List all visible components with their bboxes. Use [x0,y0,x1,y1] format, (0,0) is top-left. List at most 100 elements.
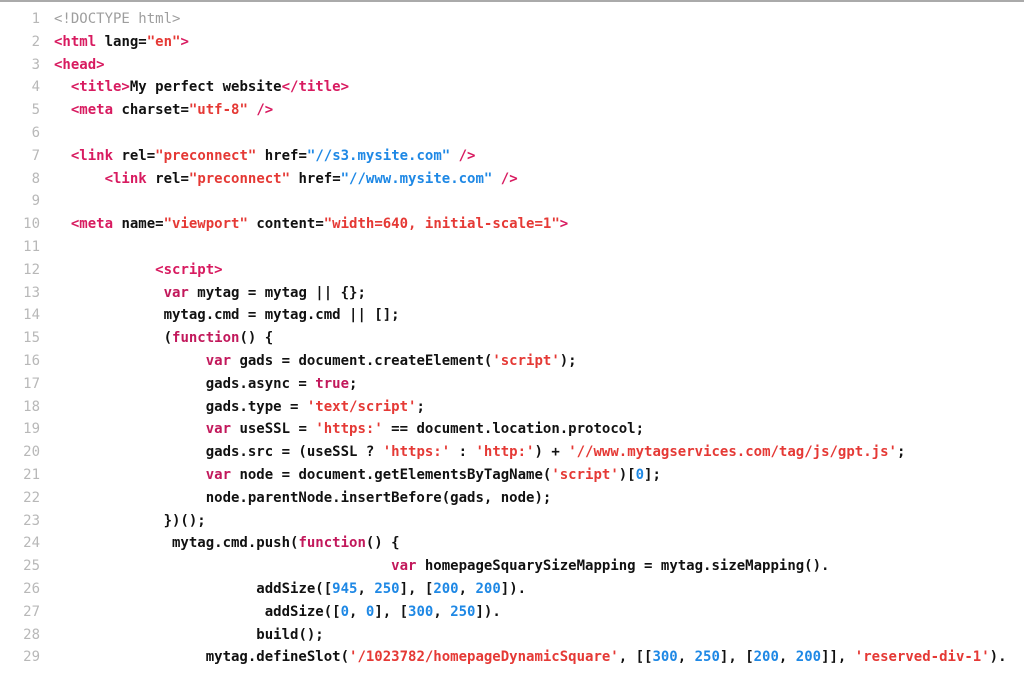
string-token: "utf-8" [189,102,248,118]
text-token: ; [416,399,424,415]
string-token: "en" [147,34,181,50]
string-token: "preconnect" [155,148,256,164]
code-line[interactable]: 9 [0,190,1024,213]
text-token: )[ [619,467,636,483]
text-token: ], [ [720,649,754,665]
html-tag: > [560,216,568,232]
code-line[interactable]: 19 var useSSL = 'https:' == document.loc… [0,418,1024,441]
text-token: ]; [644,467,661,483]
text-token: ; [897,444,905,460]
text-token: ( [164,330,172,346]
number-token: 250 [695,649,720,665]
text-token: () { [366,535,400,551]
number-token: 200 [475,581,500,597]
text-token: gads.type = [206,399,307,415]
line-number: 15 [0,327,54,350]
attr: rel= [147,171,189,187]
number-token: 300 [652,649,677,665]
code-line[interactable]: 22 node.parentNode.insertBefore(gads, no… [0,487,1024,510]
attr: href= [290,171,341,187]
code-line[interactable]: 8 <link rel="preconnect" href="//www.mys… [0,168,1024,191]
number-token: 300 [408,604,433,620]
string-token: "width=640, initial-scale=1" [324,216,560,232]
line-number: 13 [0,282,54,305]
line-number: 6 [0,122,54,145]
keyword-token: var [206,467,231,483]
line-number: 25 [0,555,54,578]
code-line[interactable]: 13 var mytag = mytag || {}; [0,282,1024,305]
html-tag: <script> [155,262,222,278]
line-number: 11 [0,236,54,259]
html-tag: /> [492,171,517,187]
text-token: gads.async = [206,376,316,392]
attr: rel= [113,148,155,164]
attr: charset= [113,102,189,118]
code-line[interactable]: 15 (function() { [0,327,1024,350]
code-line[interactable]: 4 <title>My perfect website</title> [0,76,1024,99]
code-line[interactable]: 12 <script> [0,259,1024,282]
code-line[interactable]: 14 mytag.cmd = mytag.cmd || []; [0,304,1024,327]
keyword-token: var [206,353,231,369]
text-token: ]], [821,649,855,665]
string-token: '/1023782/homepageDynamicSquare' [349,649,619,665]
text-token: ]). [476,604,501,620]
line-number: 10 [0,213,54,236]
code-editor[interactable]: 1 <!DOCTYPE html> 2 <html lang="en"> 3 <… [0,0,1024,681]
text-token: ]). [501,581,526,597]
line-number: 3 [0,54,54,77]
code-line[interactable]: 3 <head> [0,54,1024,77]
keyword-token: function [172,330,239,346]
code-line[interactable]: 7 <link rel="preconnect" href="//s3.mysi… [0,145,1024,168]
html-tag: /> [248,102,273,118]
code-line[interactable]: 10 <meta name="viewport" content="width=… [0,213,1024,236]
code-line[interactable]: 27 addSize([0, 0], [300, 250]). [0,601,1024,624]
code-line[interactable]: 21 var node = document.getElementsByTagN… [0,464,1024,487]
html-tag: <meta [71,216,113,232]
text-token: My perfect website [130,79,282,95]
code-line[interactable]: 23 })(); [0,510,1024,533]
code-line[interactable]: 20 gads.src = (useSSL ? 'https:' : 'http… [0,441,1024,464]
text-token: ). [990,649,1007,665]
string-token: '//www.mytagservices.com/tag/js/gpt.js' [568,444,897,460]
number-token: 0 [341,604,349,620]
text-token: ; [349,376,357,392]
string-token: 'text/script' [307,399,417,415]
html-tag: <head> [54,57,105,73]
code-line[interactable]: 16 var gads = document.createElement('sc… [0,350,1024,373]
number-token: 200 [433,581,458,597]
code-line[interactable]: 25 var homepageSquarySizeMapping = mytag… [0,555,1024,578]
text-token: ); [560,353,577,369]
line-number: 22 [0,487,54,510]
html-tag: <html [54,34,96,50]
string-token: 'https:' [383,444,450,460]
code-line[interactable]: 5 <meta charset="utf-8" /> [0,99,1024,122]
keyword-token: var [391,558,416,574]
line-number: 27 [0,601,54,624]
code-line[interactable]: 17 gads.async = true; [0,373,1024,396]
line-number: 7 [0,145,54,168]
text-token: node.parentNode.insertBefore(gads, node)… [206,490,552,506]
code-line[interactable]: 1 <!DOCTYPE html> [0,8,1024,31]
attr: content= [248,216,324,232]
code-line[interactable]: 26 addSize([945, 250], [200, 200]). [0,578,1024,601]
text-token: ) + [534,444,568,460]
string-token: 'script' [492,353,559,369]
line-number: 28 [0,624,54,647]
text-token: mytag.defineSlot( [206,649,349,665]
number-token: 250 [374,581,399,597]
code-line[interactable]: 11 [0,236,1024,259]
code-line[interactable]: 18 gads.type = 'text/script'; [0,396,1024,419]
code-line[interactable]: 28 build(); [0,624,1024,647]
text-token: useSSL = [231,421,315,437]
line-number: 2 [0,31,54,54]
code-line[interactable]: 29 mytag.defineSlot('/1023782/homepageDy… [0,646,1024,669]
text-token: build(); [256,627,323,643]
text-token: () { [239,330,273,346]
line-number: 14 [0,304,54,327]
code-line[interactable]: 24 mytag.cmd.push(function() { [0,532,1024,555]
number-token: 250 [450,604,475,620]
line-number: 24 [0,532,54,555]
code-line[interactable]: 2 <html lang="en"> [0,31,1024,54]
code-line[interactable]: 6 [0,122,1024,145]
string-token: "preconnect" [189,171,290,187]
